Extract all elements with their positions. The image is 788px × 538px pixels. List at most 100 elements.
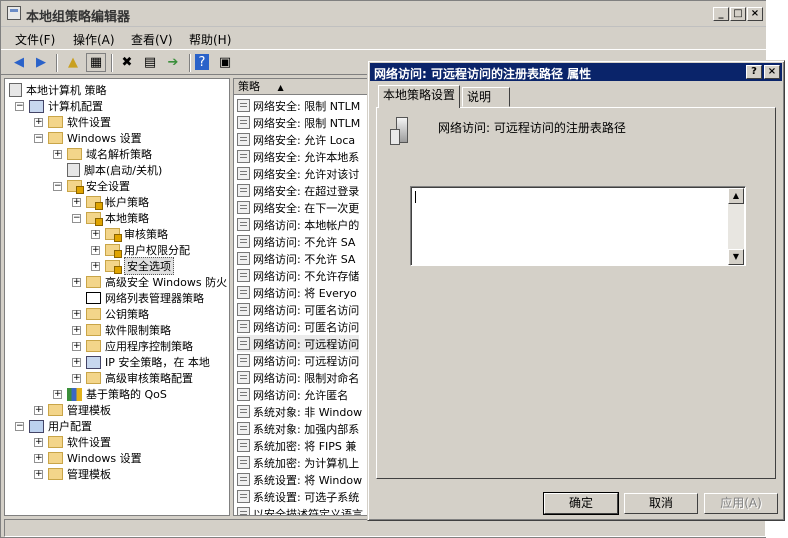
tree-qos[interactable]: + 基于策略的 QoS — [53, 386, 167, 402]
view-icon[interactable]: ▣ — [215, 53, 235, 72]
collapse-icon[interactable]: − — [15, 101, 24, 111]
list-item[interactable]: 网络访问: 可远程访问 — [237, 352, 359, 369]
list-item[interactable]: 网络安全: 允许本地系 — [237, 148, 359, 165]
expand-icon[interactable]: + — [91, 261, 100, 271]
scroll-down-icon[interactable]: ▼ — [728, 249, 744, 265]
list-item[interactable]: 网络访问: 不允许 SA — [237, 250, 355, 267]
tree-u-software-settings[interactable]: + 软件设置 — [34, 434, 111, 450]
list-item[interactable]: 网络安全: 允许 Loca — [237, 131, 355, 148]
delete-icon[interactable]: ✖ — [117, 53, 137, 72]
tree-software-restriction[interactable]: + 软件限制策略 — [72, 322, 171, 338]
expand-icon[interactable]: + — [53, 389, 62, 399]
collapse-icon[interactable]: − — [34, 133, 43, 143]
list-item[interactable]: 网络访问: 本地帐户的 — [237, 216, 359, 233]
list-item[interactable]: 系统加密: 将 FIPS 兼 — [237, 437, 356, 454]
menu-help[interactable]: 帮助(H) — [189, 31, 231, 48]
tree-u-admin-templates[interactable]: + 管理模板 — [34, 466, 111, 482]
expand-icon[interactable]: + — [72, 277, 81, 287]
expand-icon[interactable]: + — [72, 197, 81, 207]
list-item[interactable]: 网络访问: 不允许存储 — [237, 267, 359, 284]
list-item[interactable]: 系统对象: 非 Window — [237, 403, 362, 420]
list-item[interactable]: 网络访问: 可匿名访问 — [237, 301, 359, 318]
expand-icon[interactable]: + — [34, 453, 43, 463]
tree-scripts[interactable]: 脚本(启动/关机) — [53, 162, 162, 178]
policy-list[interactable]: 策略 ▲ 网络安全: 限制 NTLM 网络安全: 限制 NTLM 网络安全: 允许 … — [233, 78, 371, 516]
tree-account-policies[interactable]: + 帐户策略 — [72, 194, 149, 210]
tree-dns[interactable]: + 域名解析策略 — [53, 146, 152, 162]
collapse-icon[interactable]: − — [15, 421, 24, 431]
expand-icon[interactable]: + — [72, 341, 81, 351]
list-item[interactable]: 系统对象: 加强内部系 — [237, 420, 359, 437]
tree-u-windows-settings[interactable]: + Windows 设置 — [34, 450, 142, 466]
list-item[interactable]: 网络安全: 允许对该讨 — [237, 165, 359, 182]
expand-icon[interactable]: + — [34, 405, 43, 415]
collapse-icon[interactable]: − — [53, 181, 62, 191]
list-item[interactable]: 网络访问: 不允许 SA — [237, 233, 355, 250]
menu-file[interactable]: 文件(F) — [15, 31, 55, 48]
list-item[interactable]: 网络访问: 允许匿名 — [237, 386, 348, 403]
list-item[interactable]: 网络访问: 将 Everyo — [237, 284, 357, 301]
help-icon[interactable]: ? — [195, 54, 209, 70]
expand-icon[interactable]: + — [91, 245, 100, 255]
tree-software-settings[interactable]: + 软件设置 — [34, 114, 111, 130]
tree-user-rights[interactable]: + 用户权限分配 — [91, 242, 190, 258]
tree-windows-settings[interactable]: − Windows 设置 — [34, 130, 142, 146]
expand-icon[interactable]: + — [72, 325, 81, 335]
show-tree-icon[interactable]: ▦ — [86, 53, 106, 72]
up-folder-icon[interactable]: ▲ — [63, 53, 83, 72]
expand-icon[interactable]: + — [72, 373, 81, 383]
main-titlebar[interactable]: 本地组策略编辑器 _ □ × — [1, 1, 767, 27]
dialog-help-button[interactable]: ? — [746, 65, 762, 79]
registry-paths-textarea[interactable]: ▲ ▼ — [410, 186, 746, 266]
close-button[interactable]: × — [747, 7, 763, 21]
list-item[interactable]: 系统设置: 可选子系统 — [237, 488, 359, 505]
tree-audit-policy[interactable]: + 审核策略 — [91, 226, 168, 242]
tab-explain[interactable]: 说明 — [462, 87, 510, 107]
back-icon[interactable]: ◀ — [9, 53, 29, 72]
menu-view[interactable]: 查看(V) — [131, 31, 173, 48]
expand-icon[interactable]: + — [72, 357, 81, 367]
ok-button[interactable]: 确定 — [543, 492, 619, 515]
menu-action[interactable]: 操作(A) — [73, 31, 115, 48]
export-icon[interactable]: ➔ — [163, 53, 183, 72]
minimize-button[interactable]: _ — [713, 7, 729, 21]
apply-button[interactable]: 应用(A) — [704, 493, 778, 514]
tree-app-control[interactable]: + 应用程序控制策略 — [72, 338, 193, 354]
list-item[interactable]: 网络访问: 可远程访问 — [237, 335, 360, 352]
expand-icon[interactable]: + — [91, 229, 100, 239]
scroll-up-icon[interactable]: ▲ — [728, 188, 744, 204]
dialog-titlebar[interactable]: 网络访问: 可远程访问的注册表路径 属性 ? × — [370, 63, 782, 81]
list-item[interactable]: 系统设置: 将 Window — [237, 471, 362, 488]
tab-local-policy-setting[interactable]: 本地策略设置 — [378, 85, 461, 108]
textarea-scrollbar[interactable]: ▲ ▼ — [728, 188, 744, 265]
tree-pane[interactable]: 本地计算机 策略 − 计算机配置 + 软件设置 − Windows 设置 + 域名解析策… — [4, 78, 230, 516]
tree-local-policies[interactable]: − 本地策略 — [72, 210, 149, 226]
expand-icon[interactable]: + — [34, 117, 43, 127]
properties-icon[interactable]: ▤ — [140, 53, 160, 72]
tree-ip-security[interactable]: + IP 安全策略，在 本地 — [72, 354, 210, 370]
expand-icon[interactable]: + — [34, 469, 43, 479]
dialog-close-button[interactable]: × — [764, 65, 780, 79]
tree-advanced-firewall[interactable]: + 高级安全 Windows 防火 — [72, 274, 227, 290]
tree-root[interactable]: 本地计算机 策略 — [9, 82, 107, 98]
column-header-policy[interactable]: 策略 ▲ — [234, 79, 370, 95]
tree-security-options[interactable]: + 安全选项 — [91, 257, 174, 275]
expand-icon[interactable]: + — [72, 309, 81, 319]
list-item[interactable]: 以安全描述符定义语言 — [237, 505, 363, 515]
list-item[interactable]: 网络访问: 可匿名访问 — [237, 318, 359, 335]
tree-public-key[interactable]: + 公钥策略 — [72, 306, 149, 322]
list-item[interactable]: 系统加密: 为计算机上 — [237, 454, 359, 471]
list-item[interactable]: 网络访问: 限制对命名 — [237, 369, 359, 386]
list-item[interactable]: 网络安全: 限制 NTLM — [237, 97, 360, 114]
maximize-button[interactable]: □ — [730, 7, 746, 21]
expand-icon[interactable]: + — [34, 437, 43, 447]
tree-computer-config[interactable]: − 计算机配置 — [15, 98, 103, 114]
forward-icon[interactable]: ▶ — [31, 53, 51, 72]
tree-network-list[interactable]: 网络列表管理器策略 — [72, 290, 204, 306]
list-item[interactable]: 网络安全: 在下一次更 — [237, 199, 359, 216]
list-item[interactable]: 网络安全: 在超过登录 — [237, 182, 359, 199]
tree-security-settings[interactable]: − 安全设置 — [53, 178, 130, 194]
cancel-button[interactable]: 取消 — [624, 493, 698, 514]
tree-admin-templates[interactable]: + 管理模板 — [34, 402, 111, 418]
expand-icon[interactable]: + — [53, 149, 62, 159]
